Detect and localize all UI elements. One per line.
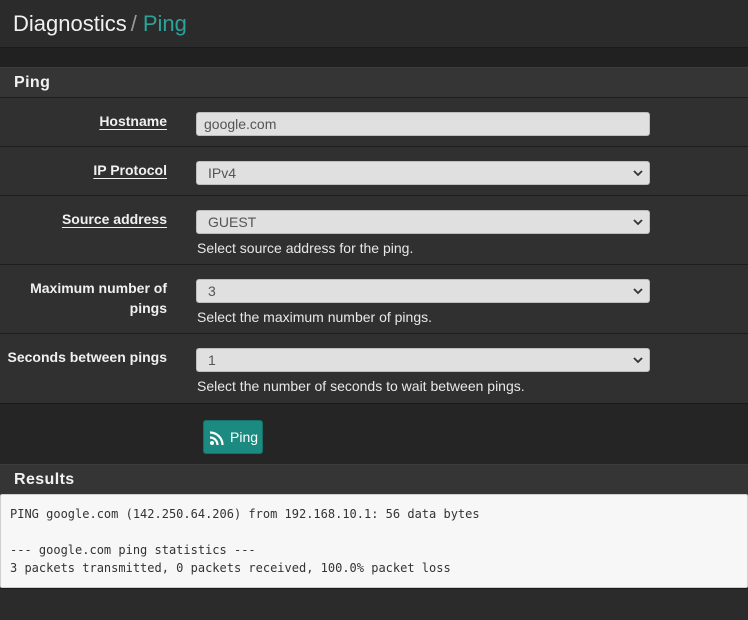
ip-protocol-row: IP Protocol IPv4 [0, 146, 748, 195]
source-address-label: Source address [61, 211, 167, 227]
source-address-row: Source address GUEST Select source addre… [0, 195, 748, 264]
seconds-between-label: Seconds between pings [7, 349, 167, 365]
chevron-down-icon [633, 288, 643, 295]
rss-icon [209, 431, 224, 446]
ping-button-label: Ping [230, 429, 259, 445]
ping-panel-heading: Ping [0, 67, 748, 97]
hostname-label: Hostname [99, 113, 167, 129]
source-address-select[interactable]: GUEST [196, 210, 650, 234]
chevron-down-icon [633, 170, 643, 177]
results-line: 3 packets transmitted, 0 packets receive… [10, 561, 451, 575]
ping-panel-title: Ping [14, 74, 51, 91]
seconds-between-row: Seconds between pings 1 Select the numbe… [0, 333, 748, 403]
results-line: PING google.com (142.250.64.206) from 19… [10, 507, 480, 521]
results-text: PING google.com (142.250.64.206) from 19… [10, 505, 480, 577]
breadcrumb: Diagnostics / Ping [13, 11, 187, 37]
seconds-between-help: Select the number of seconds to wait bet… [197, 378, 525, 394]
chevron-down-icon [633, 219, 643, 226]
ip-protocol-select[interactable]: IPv4 [196, 161, 650, 185]
ip-protocol-value: IPv4 [208, 165, 237, 181]
max-pings-value: 3 [208, 283, 216, 299]
hostname-input-value: google.com [204, 116, 277, 132]
source-address-help: Select source address for the ping. [197, 240, 414, 256]
max-pings-row: Maximum number of pings 3 Select the maxi… [0, 264, 748, 333]
footer-bar [0, 588, 748, 620]
max-pings-help: Select the maximum number of pings. [197, 309, 432, 325]
chevron-down-icon [633, 357, 643, 364]
ip-protocol-label: IP Protocol [93, 162, 167, 178]
max-pings-label: Maximum number of pings [30, 280, 167, 316]
hostname-row: Hostname google.com [0, 97, 748, 146]
action-row: Ping [0, 403, 748, 465]
results-output: PING google.com (142.250.64.206) from 19… [0, 494, 748, 588]
ping-button[interactable]: Ping [203, 420, 263, 454]
breadcrumb-ping[interactable]: Ping [143, 11, 187, 36]
results-panel-heading: Results [0, 464, 748, 494]
breadcrumb-separator: / [130, 11, 137, 36]
source-address-value: GUEST [208, 214, 257, 230]
results-panel-title: Results [14, 471, 75, 488]
max-pings-select[interactable]: 3 [196, 279, 650, 303]
breadcrumb-bar: Diagnostics / Ping [0, 0, 748, 48]
breadcrumb-diagnostics[interactable]: Diagnostics [13, 11, 127, 36]
results-line: --- google.com ping statistics --- [10, 543, 256, 557]
seconds-between-select[interactable]: 1 [196, 348, 650, 372]
hostname-input[interactable]: google.com [196, 112, 650, 136]
seconds-between-value: 1 [208, 352, 216, 368]
